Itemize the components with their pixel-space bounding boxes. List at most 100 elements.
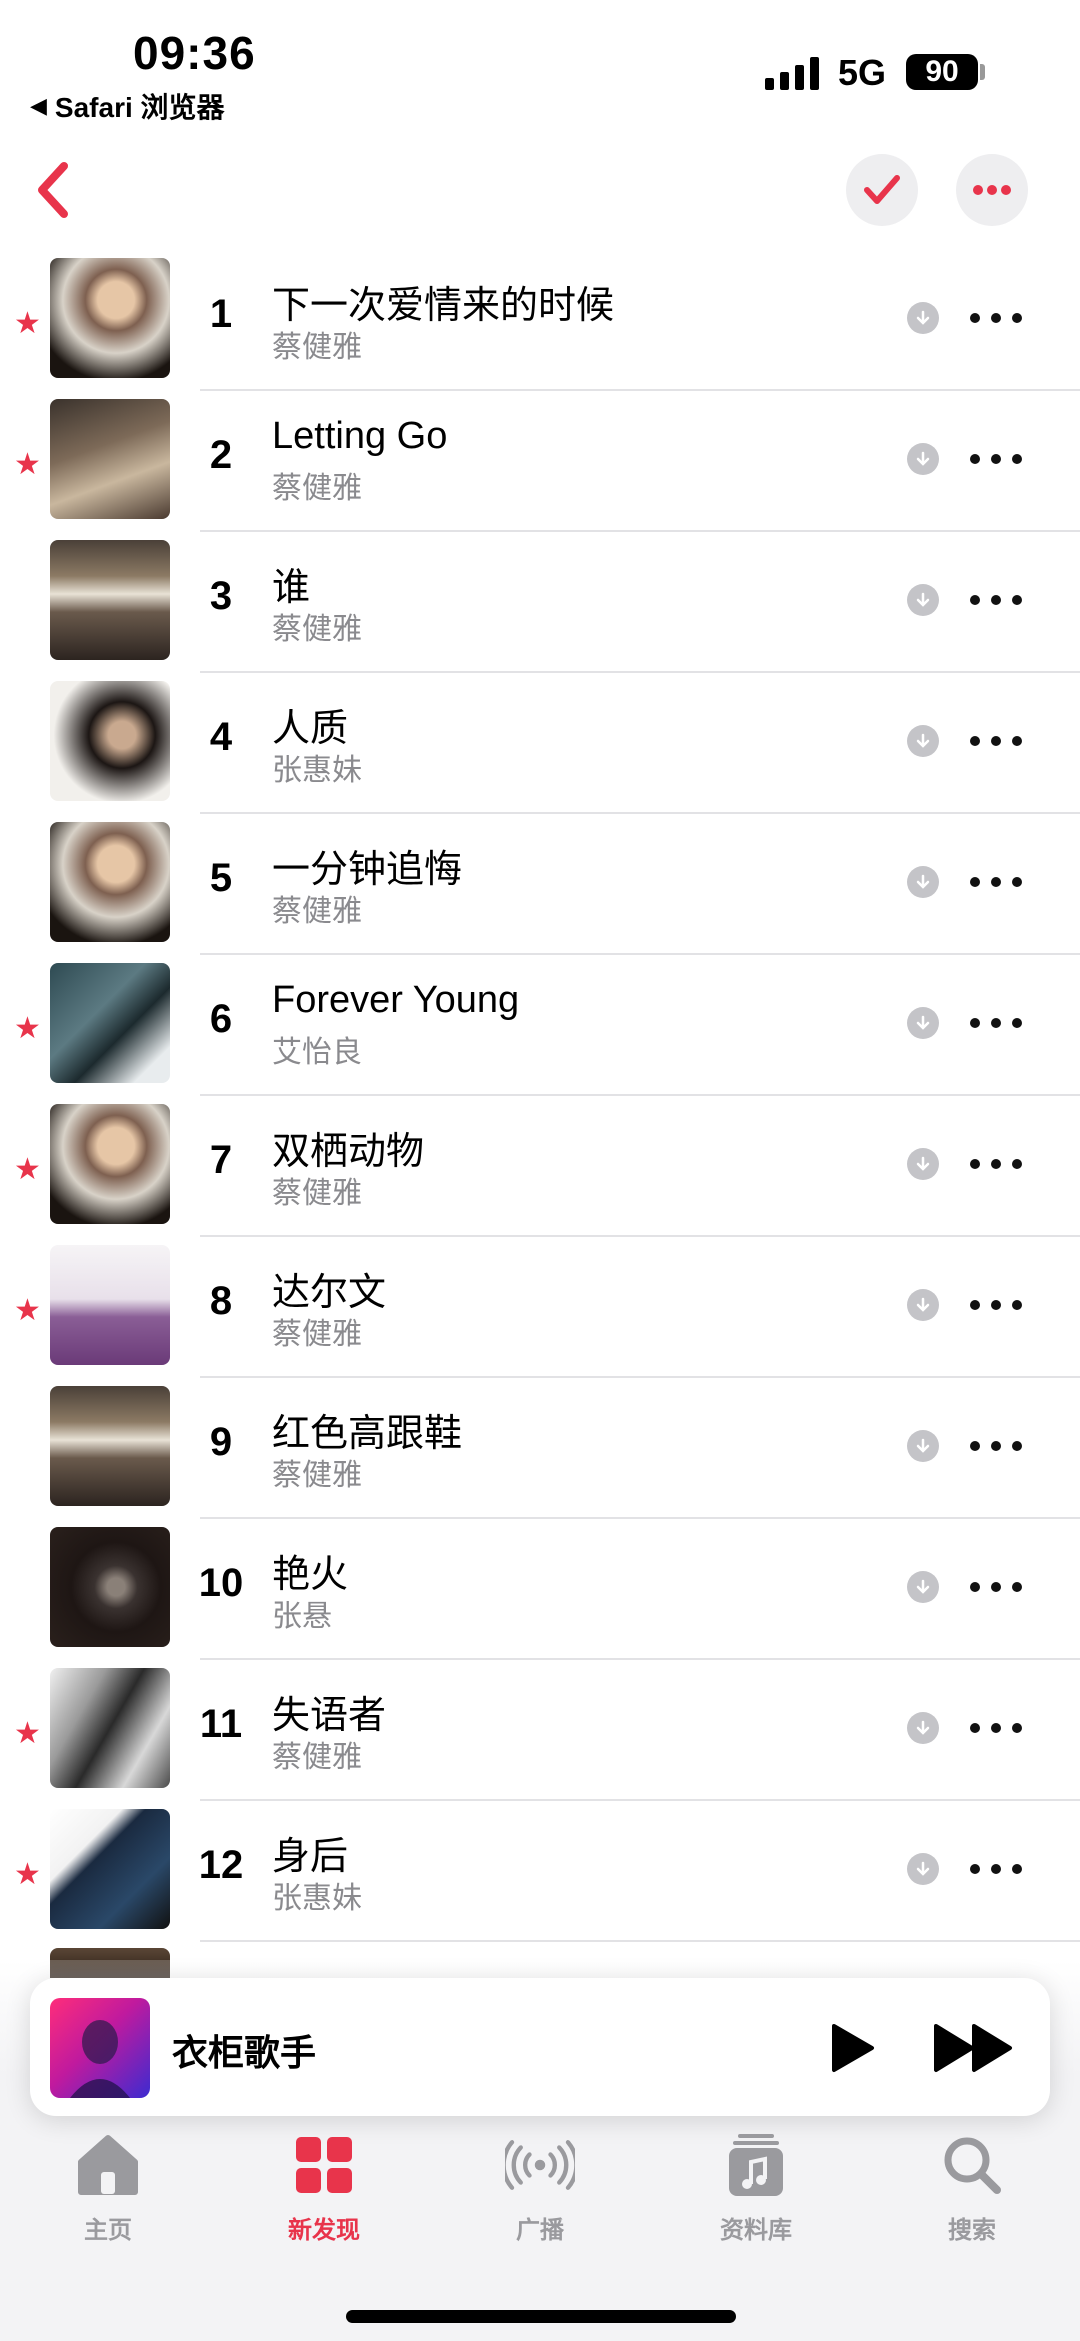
- download-icon[interactable]: [907, 584, 939, 616]
- album-art: [50, 1245, 170, 1365]
- album-art: [50, 540, 170, 660]
- song-row[interactable]: ★ 1 下一次爱情来的时候 蔡健雅: [0, 258, 1080, 399]
- download-icon[interactable]: [907, 866, 939, 898]
- favorite-star-icon: ★: [14, 1858, 41, 1891]
- download-icon[interactable]: [907, 1007, 939, 1039]
- song-more-button[interactable]: [970, 1005, 1022, 1041]
- song-row[interactable]: ★ 11 失语者 蔡健雅: [0, 1668, 1080, 1809]
- song-artist: 蔡健雅: [272, 1177, 362, 1210]
- back-to-safari-link[interactable]: ◀ Safari 浏览器: [30, 86, 225, 126]
- album-art: [50, 399, 170, 519]
- song-row[interactable]: 9 红色高跟鞋 蔡健雅: [0, 1386, 1080, 1527]
- download-icon[interactable]: [907, 1148, 939, 1180]
- album-art: [50, 681, 170, 801]
- song-more-button[interactable]: [970, 582, 1022, 618]
- song-more-button[interactable]: [970, 1569, 1022, 1605]
- song-more-button[interactable]: [970, 1851, 1022, 1887]
- back-triangle-icon: ◀: [30, 93, 47, 118]
- track-number: 7: [209, 1138, 233, 1182]
- home-indicator: [346, 2310, 736, 2323]
- download-icon[interactable]: [907, 443, 939, 475]
- download-icon[interactable]: [907, 302, 939, 334]
- tab-label: 搜索: [948, 2217, 996, 2244]
- row-divider: [200, 1235, 1080, 1237]
- song-more-button[interactable]: [970, 1428, 1022, 1464]
- song-row[interactable]: ★ 12 身后 张惠妹: [0, 1809, 1080, 1950]
- track-number: 8: [209, 1279, 233, 1323]
- download-icon[interactable]: [907, 1571, 939, 1603]
- song-more-button[interactable]: [970, 723, 1022, 759]
- download-icon[interactable]: [907, 725, 939, 757]
- row-divider: [200, 671, 1080, 673]
- row-divider: [200, 1517, 1080, 1519]
- tab-discover[interactable]: 新发现: [254, 2130, 394, 2290]
- fast-forward-icon[interactable]: [932, 2022, 1016, 2074]
- favorite-star-icon: ★: [14, 307, 41, 340]
- album-art: [50, 1668, 170, 1788]
- track-number: 6: [209, 997, 233, 1041]
- song-title: 一分钟追悔: [272, 849, 463, 891]
- battery-level: 90: [925, 55, 959, 88]
- song-row[interactable]: ★ 6 Forever Young 艾怡良: [0, 963, 1080, 1104]
- song-title: 失语者: [272, 1695, 387, 1737]
- row-divider: [200, 1376, 1080, 1378]
- song-artist: 蔡健雅: [272, 1741, 362, 1774]
- track-number: 4: [209, 715, 233, 759]
- song-more-button[interactable]: [970, 864, 1022, 900]
- album-art: [50, 963, 170, 1083]
- song-row[interactable]: 10 艳火 张悬: [0, 1527, 1080, 1668]
- song-row[interactable]: ★ 7 双栖动物 蔡健雅: [0, 1104, 1080, 1245]
- song-more-button[interactable]: [970, 300, 1022, 336]
- song-more-button[interactable]: [970, 1287, 1022, 1323]
- ellipsis-icon: [973, 185, 1011, 195]
- row-divider: [200, 1799, 1080, 1801]
- favorite-star-icon: ★: [14, 1294, 41, 1327]
- tab-search[interactable]: 搜索: [902, 2130, 1042, 2290]
- song-row[interactable]: 4 人质 张惠妹: [0, 681, 1080, 822]
- radio-icon: [505, 2130, 575, 2200]
- song-more-button[interactable]: [970, 1710, 1022, 1746]
- row-divider: [200, 1658, 1080, 1660]
- checkmark-icon: [864, 175, 900, 204]
- song-row[interactable]: 5 一分钟追悔 蔡健雅: [0, 822, 1080, 963]
- apple-music-album-page: { "status_bar": { "time": "09:36", "back…: [0, 0, 1080, 2341]
- song-artist: 蔡健雅: [272, 472, 362, 505]
- track-number: 3: [209, 574, 233, 618]
- tab-label: 新发现: [288, 2217, 360, 2244]
- download-icon[interactable]: [907, 1712, 939, 1744]
- song-title: 人质: [272, 708, 349, 750]
- album-art: [50, 822, 170, 942]
- download-icon[interactable]: [907, 1853, 939, 1885]
- tab-library[interactable]: 资料库: [686, 2130, 826, 2290]
- song-more-button[interactable]: [970, 441, 1022, 477]
- track-number: 12: [198, 1843, 244, 1887]
- song-title: 红色高跟鞋: [272, 1413, 463, 1455]
- track-number: 1: [209, 292, 233, 336]
- track-number: 9: [209, 1420, 233, 1464]
- cellular-signal-icon: [765, 56, 819, 90]
- album-art: [50, 1104, 170, 1224]
- favorite-star-icon: ★: [14, 1717, 41, 1750]
- song-artist: 张悬: [272, 1600, 332, 1633]
- play-icon[interactable]: [820, 2018, 880, 2078]
- song-row[interactable]: ★ 8 达尔文 蔡健雅: [0, 1245, 1080, 1386]
- song-row[interactable]: 3 谁 蔡健雅: [0, 540, 1080, 681]
- row-divider: [200, 389, 1080, 391]
- tab-radio[interactable]: 广播: [470, 2130, 610, 2290]
- tab-home[interactable]: 主页: [38, 2130, 178, 2290]
- back-app-label: Safari 浏览器: [54, 92, 225, 123]
- mini-player[interactable]: 衣柜歌手: [30, 1978, 1050, 2116]
- song-row[interactable]: ★ 2 Letting Go 蔡健雅: [0, 399, 1080, 540]
- select-checkmark-button[interactable]: [846, 154, 918, 226]
- song-title: 身后: [272, 1836, 349, 1878]
- song-more-button[interactable]: [970, 1146, 1022, 1182]
- download-icon[interactable]: [907, 1430, 939, 1462]
- song-list: ★ 1 下一次爱情来的时候 蔡健雅 ★ 2 Letting Go 蔡健雅 3 谁…: [0, 258, 1080, 1950]
- more-options-button[interactable]: [956, 154, 1028, 226]
- song-title: 谁: [272, 567, 311, 609]
- back-chevron-icon[interactable]: [28, 160, 78, 220]
- download-icon[interactable]: [907, 1289, 939, 1321]
- tab-bar: 主页 新发现 广播 资料库 搜索: [0, 2130, 1080, 2290]
- track-number: 2: [209, 433, 233, 477]
- song-artist: 张惠妹: [272, 1882, 362, 1915]
